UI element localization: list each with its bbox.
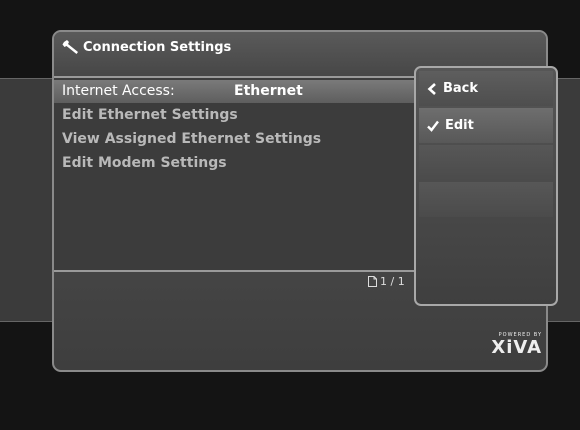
xiva-logo: POWERED BY XiVA xyxy=(486,332,542,368)
chevron-left-icon xyxy=(427,82,436,95)
logo-brand: XiVA xyxy=(491,337,542,358)
list-item-label: Edit Modem Settings xyxy=(62,155,227,171)
menu-empty-slot xyxy=(419,145,553,180)
wrench-icon xyxy=(62,40,78,54)
page-count: 1 / 1 xyxy=(380,275,405,288)
list-item-label: View Assigned Ethernet Settings xyxy=(62,131,322,147)
action-menu: Back Edit xyxy=(414,66,558,306)
page-title: Connection Settings xyxy=(83,39,232,55)
internet-access-value: Ethernet xyxy=(234,83,303,99)
page-icon xyxy=(368,276,377,287)
checkmark-icon xyxy=(427,120,439,132)
panel-title-row: Connection Settings xyxy=(62,39,231,55)
edit-button-label: Edit xyxy=(445,118,474,133)
internet-access-label: Internet Access: xyxy=(62,83,175,99)
back-button-label: Back xyxy=(443,81,479,96)
back-button[interactable]: Back xyxy=(419,71,553,106)
list-item-label: Edit Ethernet Settings xyxy=(62,107,238,123)
edit-button[interactable]: Edit xyxy=(419,108,553,143)
page-indicator: 1 / 1 xyxy=(368,275,405,288)
menu-empty-slot xyxy=(419,182,553,217)
